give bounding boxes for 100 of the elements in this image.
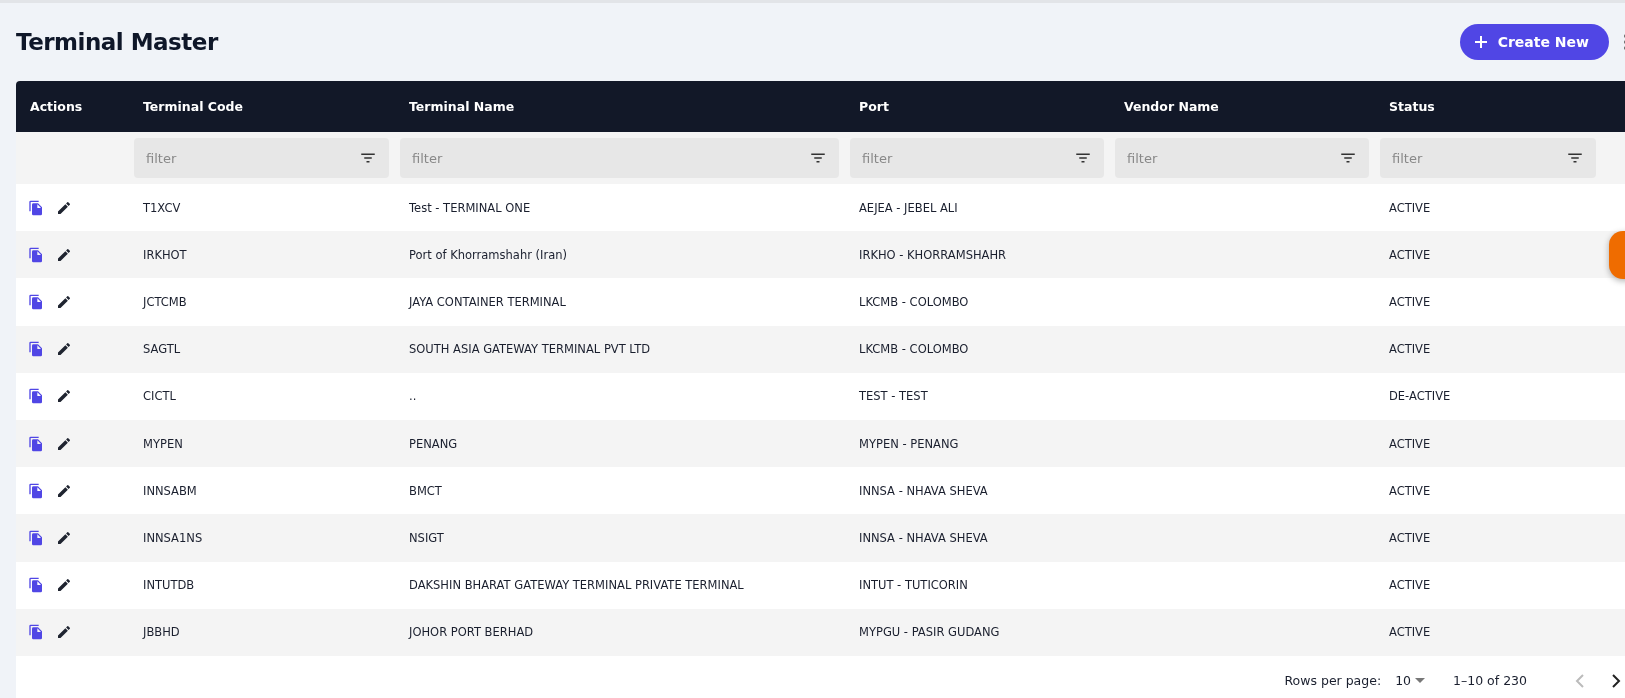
table-cell: IRKHOT (143, 247, 187, 262)
copy-button[interactable] (28, 246, 44, 263)
filter-field[interactable]: filter (1390, 149, 1566, 167)
copy-icon (28, 482, 44, 499)
copy-button[interactable] (28, 341, 44, 358)
edit-button[interactable] (56, 624, 72, 641)
column-header[interactable]: Status (1389, 99, 1435, 114)
copy-button[interactable] (28, 577, 44, 594)
table-cell: DAKSHIN BHARAT GATEWAY TERMINAL PRIVATE TERMINAL (409, 578, 744, 593)
table-cell: ACTIVE (1389, 436, 1431, 451)
copy-button[interactable] (28, 199, 44, 216)
column-header[interactable]: Vendor Name (1124, 99, 1219, 114)
edit-button[interactable] (56, 388, 72, 405)
table-cell: MYPEN - PENANG (859, 436, 959, 451)
edit-button[interactable] (56, 341, 72, 358)
table-cell: NSIGT (409, 530, 444, 545)
copy-icon (28, 341, 44, 358)
pencil-icon (56, 624, 72, 641)
create-new-button[interactable]: Create New (1459, 24, 1609, 60)
table-cell: JOHOR PORT BERHAD (409, 625, 534, 640)
table-cell: INNSABM (143, 483, 197, 498)
table-cell: JAYA CONTAINER TERMINAL (409, 294, 566, 309)
copy-button[interactable] (28, 435, 44, 452)
filter-field[interactable]: filter (144, 149, 359, 167)
filter-field[interactable]: filter (410, 149, 809, 167)
table-cell: SOUTH ASIA GATEWAY TERMINAL PVT LTD (409, 342, 651, 357)
table-cell: IRKHO - KHORRAMSHAHR (859, 247, 1007, 262)
column-header[interactable]: Port (859, 99, 889, 114)
table-cell: JBBHD (143, 625, 180, 640)
pencil-icon (56, 529, 72, 546)
copy-button[interactable] (28, 529, 44, 546)
filter-field-background[interactable]: filter (134, 138, 389, 178)
edit-button[interactable] (56, 577, 72, 594)
table-cell: MYPEN (143, 436, 183, 451)
table-cell: ACTIVE (1389, 530, 1431, 545)
copy-icon (28, 577, 44, 594)
table-cell: ACTIVE (1389, 294, 1431, 309)
edit-button[interactable] (56, 246, 72, 263)
edit-button[interactable] (56, 199, 72, 216)
edit-button[interactable] (56, 293, 72, 310)
table-cell: INTUTDB (143, 578, 195, 593)
page-range: 1–10 of 230 (1453, 673, 1527, 689)
table-cell: ACTIVE (1389, 200, 1431, 215)
table-cell: MYPGU - PASIR GUDANG (859, 625, 1000, 640)
table-cell: DE-ACTIVE (1389, 389, 1451, 404)
pencil-icon (56, 482, 72, 499)
copy-button[interactable] (28, 482, 44, 499)
copy-icon (28, 529, 44, 546)
copy-icon (28, 435, 44, 452)
pencil-icon (56, 435, 72, 452)
table-cell: LKCMB - COLOMBO (859, 294, 969, 309)
table-cell: BMCT (409, 483, 442, 498)
edit-button[interactable] (56, 482, 72, 499)
table-cell: ACTIVE (1389, 483, 1431, 498)
table-cell: CICTL (143, 389, 176, 404)
table-cell: LKCMB - COLOMBO (859, 342, 969, 357)
plus-icon (1473, 35, 1488, 49)
table-cell: .. (409, 389, 417, 404)
table-cell: Port of Khorramshahr (Iran) (409, 247, 567, 262)
caret-icon (1415, 677, 1426, 684)
pencil-icon (56, 246, 72, 263)
rows-per-page-label: Rows per page: (1284, 673, 1382, 689)
pencil-icon (56, 577, 72, 594)
table-cell: INNSA - NHAVA SHEVA (859, 530, 988, 545)
edit-button[interactable] (56, 529, 72, 546)
column-header[interactable]: Terminal Code (143, 99, 243, 114)
copy-button[interactable] (28, 388, 44, 405)
next-page-button[interactable] (1611, 673, 1621, 688)
table-cell: PENANG (409, 436, 458, 451)
rows-per-page-select[interactable]: 10 (1395, 673, 1426, 689)
pencil-icon (56, 388, 72, 405)
column-header[interactable]: Terminal Name (409, 99, 515, 114)
page-title: Terminal Master (16, 29, 218, 55)
table-cell: ACTIVE (1389, 247, 1431, 262)
copy-button[interactable] (28, 293, 44, 310)
filter-field-background[interactable]: filter (400, 138, 839, 178)
table-cell: INNSA1NS (143, 530, 203, 545)
copy-icon (28, 246, 44, 263)
table-cell: T1XCV (143, 200, 181, 215)
table-cell: SAGTL (143, 342, 181, 357)
table-cell: AEJEA - JEBEL ALI (859, 200, 958, 215)
edit-button[interactable] (56, 435, 72, 452)
table-cell: Test - TERMINAL ONE (409, 200, 531, 215)
copy-icon (28, 199, 44, 216)
filter-field-background[interactable]: filter (850, 138, 1104, 178)
filter-field[interactable]: filter (860, 149, 1074, 167)
pencil-icon (56, 199, 72, 216)
filter-field-background[interactable]: filter (1115, 138, 1369, 178)
table-cell: ACTIVE (1389, 342, 1431, 357)
pencil-icon (56, 341, 72, 358)
filter-field[interactable]: filter (1125, 149, 1339, 167)
table-cell: ACTIVE (1389, 578, 1431, 593)
filter-field-background[interactable]: filter (1380, 138, 1596, 178)
column-header[interactable]: Actions (30, 99, 83, 114)
table-cell: INNSA - NHAVA SHEVA (859, 483, 988, 498)
copy-icon (28, 624, 44, 641)
copy-icon (28, 388, 44, 405)
copy-icon (28, 293, 44, 310)
copy-button[interactable] (28, 624, 44, 641)
pencil-icon (56, 293, 72, 310)
